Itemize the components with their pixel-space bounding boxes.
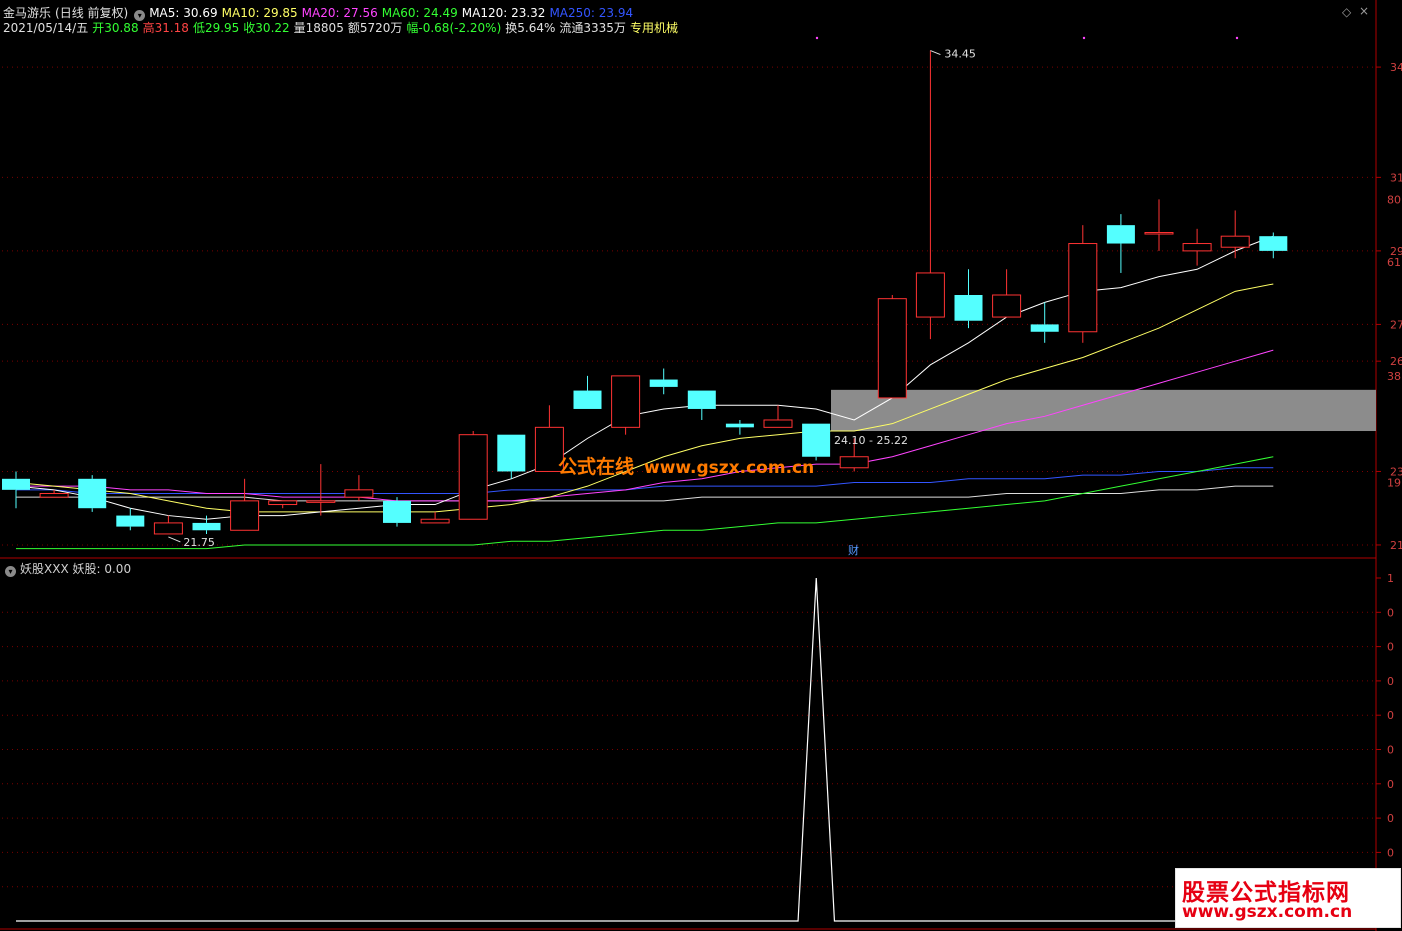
candle: [687, 390, 716, 409]
close-icon[interactable]: ×: [1359, 4, 1369, 18]
candle: [611, 375, 641, 428]
candle: [877, 298, 907, 399]
indicator-name: 妖股XXX: [20, 562, 69, 576]
sub-tick-label: 0: [1387, 744, 1394, 757]
candle: [192, 522, 221, 531]
brand-url: www.gszx.com.cn: [1182, 902, 1353, 922]
price-tick-label: 31: [1390, 171, 1402, 184]
quote-item-8: 流通3335万: [559, 21, 626, 35]
candle: [306, 500, 336, 503]
sub-tick-label: 1: [1387, 572, 1394, 585]
range-label: 24.10 - 25.22: [834, 434, 908, 447]
signal-dot: [1235, 36, 1239, 40]
period-label: (日线 前复权): [55, 6, 129, 20]
low-label: 21.75: [183, 536, 215, 549]
candle: [497, 434, 526, 472]
candle: [839, 456, 869, 469]
indicator-value: 妖股: 0.00: [72, 562, 132, 576]
candle: [230, 500, 260, 531]
candle: [458, 434, 488, 520]
candle: [1068, 243, 1098, 333]
quote-date: 2021/05/14/五: [3, 21, 89, 35]
chevron-down-icon[interactable]: ▾: [5, 566, 16, 577]
ma-list: MA5: 30.69 MA10: 29.85 MA20: 27.56 MA60: 24…: [149, 6, 637, 20]
ma-label-4: MA120: 23.32: [461, 6, 546, 20]
quote-bar: 2021/05/14/五 开30.88 高31.18 低29.95 收30.22 量188…: [3, 19, 686, 36]
sub-tick-label: 0: [1387, 846, 1394, 859]
highlight-zone: [831, 389, 1376, 432]
signal-dot: [1082, 36, 1086, 40]
watermark-text: 公式在线: [558, 456, 635, 478]
pct-tick-label: 61.: [1387, 256, 1402, 269]
watermark-url: www.gszx.com.cn: [644, 458, 815, 478]
sub-tick-label: 0: [1387, 812, 1394, 825]
candle: [39, 493, 69, 498]
ma-label-5: MA250: 23.94: [549, 6, 634, 20]
candle: [954, 295, 983, 321]
quote-item-9: 专用机械: [629, 21, 678, 35]
ma-label-2: MA20: 27.56: [301, 6, 378, 20]
quote-item-5: 额5720万: [347, 21, 403, 35]
sub-tick-label: 0: [1387, 778, 1394, 791]
candle: [1182, 243, 1212, 252]
candle: [420, 518, 450, 524]
candle: [1144, 232, 1174, 235]
quote-list: 开30.88 高31.18 低29.95 收30.22 量18805 额5720万 幅-0.…: [92, 21, 682, 35]
quote-item-2: 低29.95: [192, 21, 240, 35]
candle: [1259, 236, 1288, 251]
candle: [915, 272, 945, 318]
candle: [763, 419, 793, 428]
candle: [153, 522, 183, 535]
high-marker: [930, 50, 941, 56]
sub-tick-label: 0: [1387, 675, 1394, 688]
price-tick-label: 34: [1390, 61, 1402, 74]
watermark: 公式在线 www.gszx.com.cn: [558, 452, 814, 479]
sub-tick-label: 0: [1387, 641, 1394, 654]
ma-label-0: MA5: 30.69: [149, 6, 218, 20]
brand-logo: 股票公式指标网 www.gszx.com.cn: [1175, 868, 1401, 928]
diamond-icon[interactable]: ◇: [1342, 5, 1351, 19]
candle: [1106, 225, 1135, 244]
price-tick-label: 21: [1390, 539, 1402, 552]
pct-tick-label: 19.: [1387, 476, 1402, 489]
candle: [268, 500, 298, 506]
quote-item-4: 量18805: [293, 21, 344, 35]
candle: [992, 294, 1022, 318]
candle: [116, 515, 145, 527]
quote-item-7: 换5.64%: [505, 21, 556, 35]
candle: [383, 500, 411, 523]
event-marker: 财: [848, 543, 859, 557]
ma-label-3: MA60: 24.49: [381, 6, 458, 20]
candle: [725, 423, 754, 428]
price-tick-label: 27: [1390, 318, 1402, 331]
pct-tick-label: 38.: [1387, 370, 1402, 383]
candle: [1030, 324, 1059, 332]
stock-name: 金马游乐: [3, 6, 52, 20]
quote-item-3: 收30.22: [243, 21, 290, 35]
signal-dot: [815, 36, 819, 40]
candle: [649, 379, 678, 387]
quote-item-1: 高31.18: [142, 21, 189, 35]
sub-panel-title: ▾ 妖股XXX 妖股: 0.00: [3, 560, 131, 577]
price-tick-label: 26: [1390, 355, 1402, 368]
candle: [344, 489, 374, 498]
candle: [1220, 235, 1250, 248]
low-marker: [168, 536, 181, 543]
sub-tick-label: 0: [1387, 606, 1394, 619]
ma-label-1: MA10: 29.85: [221, 6, 298, 20]
quote-item-0: 开30.88: [92, 21, 139, 35]
candle: [2, 478, 30, 490]
candle: [573, 390, 602, 409]
pct-tick-label: 80.: [1387, 193, 1402, 206]
high-label: 34.45: [944, 48, 976, 61]
quote-item-6: 幅-0.68(-2.20%): [406, 21, 502, 35]
candle: [78, 478, 107, 509]
sub-tick-label: 0: [1387, 709, 1394, 722]
